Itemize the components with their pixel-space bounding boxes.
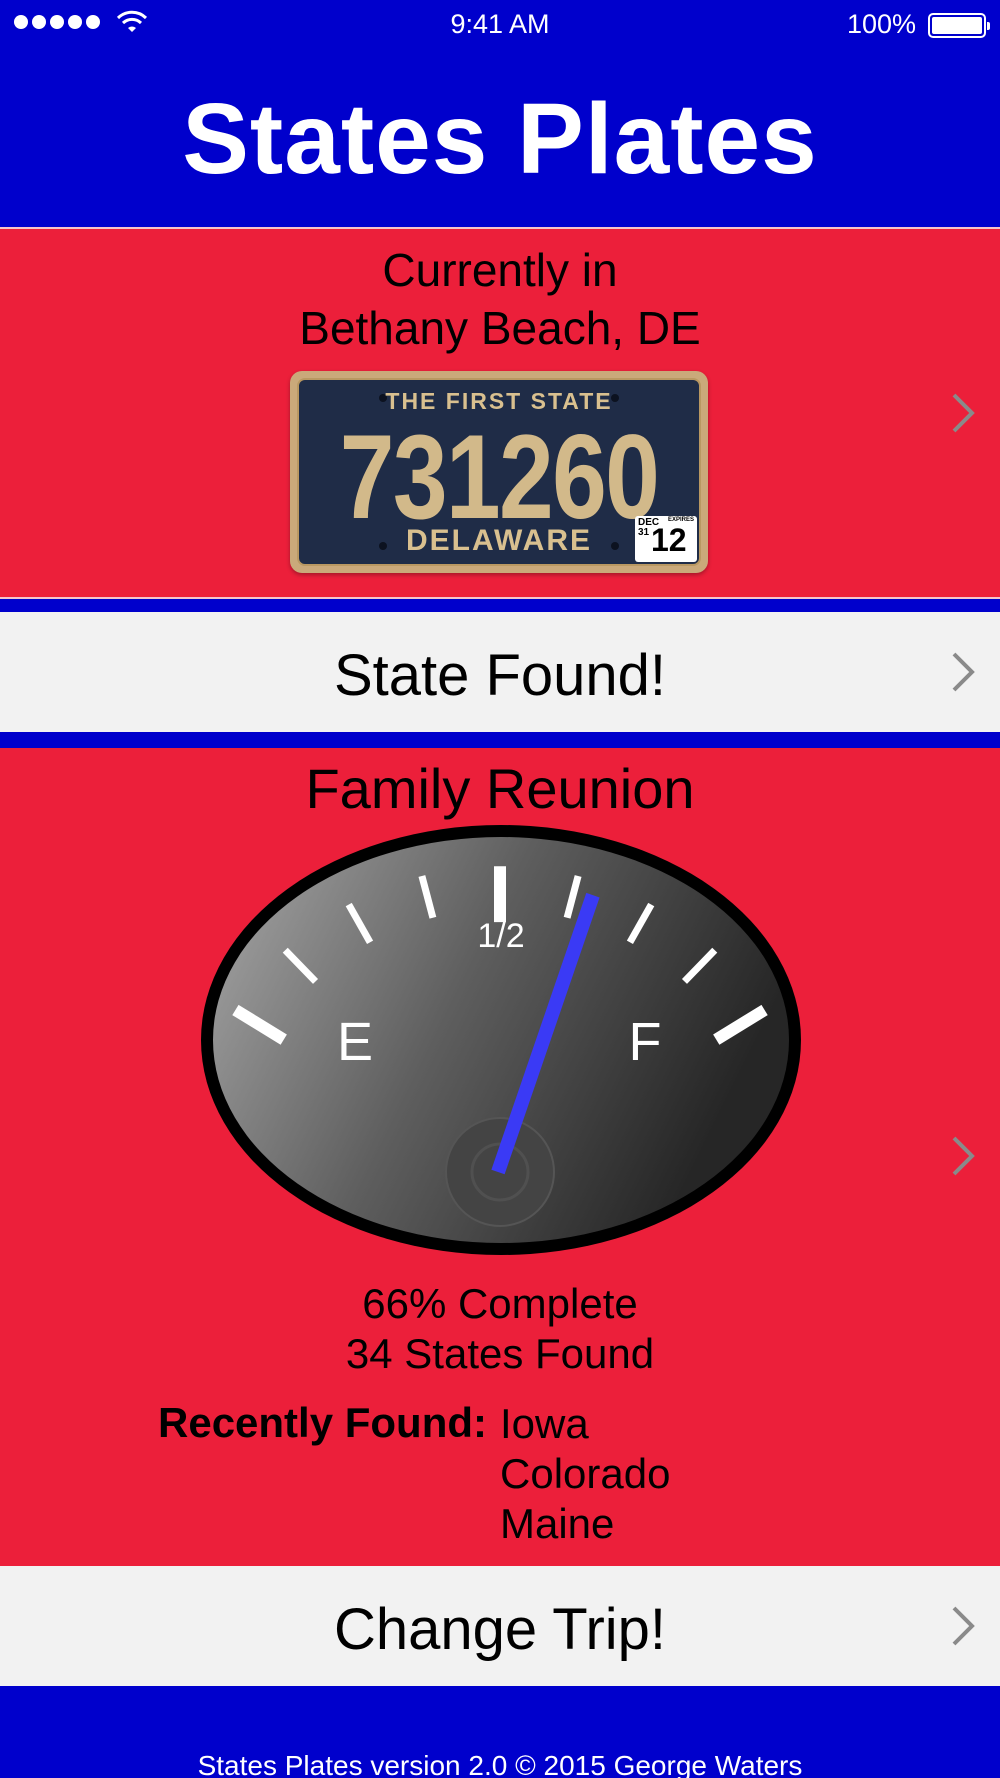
location-name: Bethany Beach, DE bbox=[299, 302, 701, 354]
recent-state: Colorado bbox=[500, 1450, 671, 1497]
recently-found-label: Recently Found: bbox=[158, 1399, 488, 1446]
registration-sticker: DEC 31 EXPIRES 12 bbox=[635, 516, 697, 562]
change-trip-button[interactable]: Change Trip! bbox=[0, 1566, 1000, 1686]
chevron-right-icon bbox=[952, 393, 975, 433]
location-caption: Currently in bbox=[382, 244, 618, 296]
state-found-button[interactable]: State Found! bbox=[0, 612, 1000, 732]
states-found-count: 34 States Found bbox=[345, 1330, 655, 1377]
license-plate-image: THE FIRST STATE 731260 DELAWARE DEC 31 E… bbox=[290, 371, 708, 573]
chevron-right-icon bbox=[952, 1136, 975, 1176]
state-found-label: State Found! bbox=[333, 643, 667, 708]
fuel-gauge: E 1/2 F bbox=[201, 825, 801, 1255]
sticker-year: 12 bbox=[651, 522, 687, 558]
footer-credits: States Plates version 2.0 © 2015 George … bbox=[197, 1750, 803, 1778]
app-title: States Plates bbox=[182, 83, 818, 195]
battery-icon bbox=[928, 13, 990, 38]
recently-found-list: Iowa Colorado Maine bbox=[500, 1399, 670, 1549]
status-bar: 9:41 AM 100% bbox=[0, 0, 1000, 50]
current-trip-row[interactable]: Family Reunion E 1/2 F 66% Complete 34 S… bbox=[0, 748, 1000, 1566]
recent-state: Maine bbox=[500, 1500, 615, 1547]
chevron-right-icon bbox=[952, 652, 975, 692]
divider bbox=[0, 597, 1000, 599]
gauge-empty-label: E bbox=[337, 1012, 373, 1072]
battery-percent: 100% bbox=[846, 9, 916, 39]
percent-complete: 66% Complete bbox=[362, 1280, 638, 1327]
sticker-month: DEC 31 bbox=[638, 517, 660, 538]
recent-state: Iowa bbox=[500, 1400, 589, 1447]
change-trip-label: Change Trip! bbox=[333, 1597, 667, 1662]
trip-name: Family Reunion bbox=[305, 757, 695, 820]
gauge-full-label: F bbox=[629, 1012, 662, 1072]
gauge-half-label: 1/2 bbox=[477, 917, 524, 955]
chevron-right-icon bbox=[952, 1606, 975, 1646]
current-location-row[interactable]: Currently in Bethany Beach, DE THE FIRST… bbox=[0, 229, 1000, 597]
